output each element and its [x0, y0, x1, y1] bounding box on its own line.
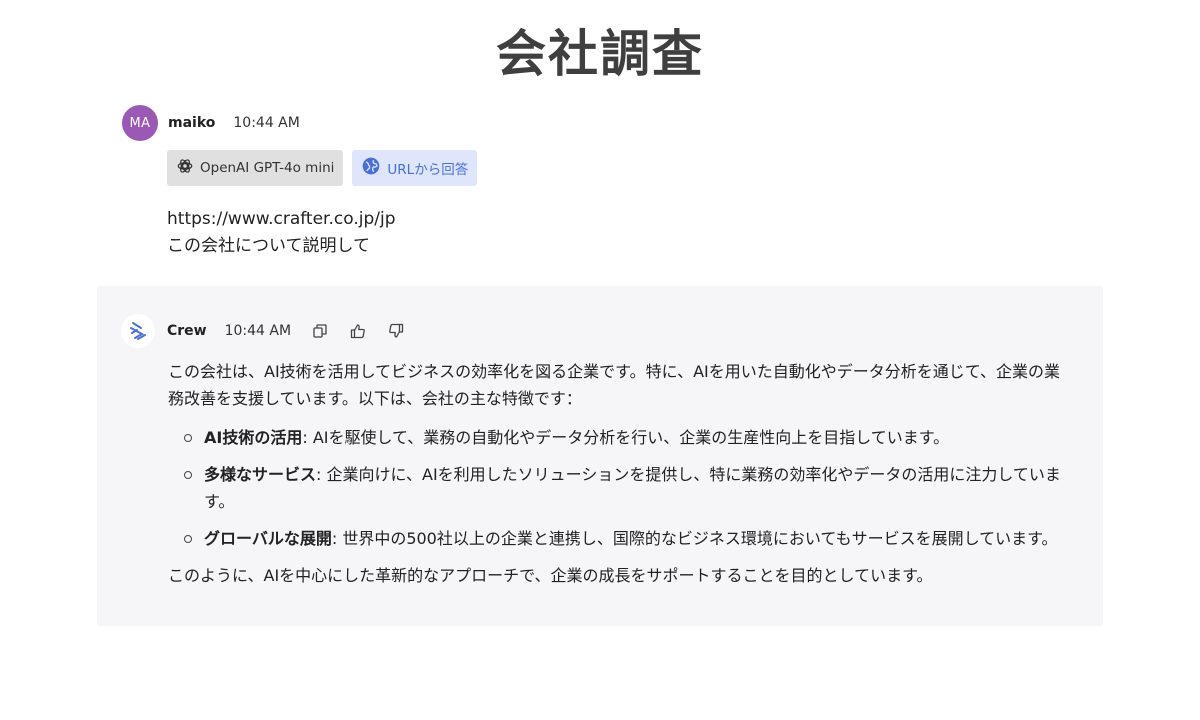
url-answer-chip-label: URLから回答	[387, 162, 469, 178]
question-line: この会社について説明して	[167, 236, 370, 256]
thumbs-down-icon[interactable]	[387, 322, 405, 340]
list-item-text: : 世界中の500社以上の企業と連携し、国際的なビジネス環境においてもサービスを…	[331, 529, 1058, 548]
list-item: AI技術の活用: AIを駆使して、業務の自動化やデータ分析を行い、企業の生産性向…	[168, 424, 1068, 451]
chip-row: OpenAI GPT-4o mini URLから回答	[167, 150, 1102, 186]
crew-message-header: Crew 10:44 AM	[121, 314, 405, 348]
openai-icon	[176, 157, 194, 179]
globe-icon	[361, 156, 381, 180]
user-message: MA maiko 10:44 AM OpenAI GPT-4o mini URL…	[122, 104, 1102, 260]
thumbs-up-icon[interactable]	[349, 322, 367, 340]
user-message-text: https://www.crafter.co.jp/jp この会社について説明し…	[167, 206, 1102, 260]
list-item: 多様なサービス: 企業向けに、AIを利用したソリューションを提供し、特に業務の効…	[168, 461, 1068, 515]
url-line[interactable]: https://www.crafter.co.jp/jp	[167, 206, 1102, 233]
list-item-title: AI技術の活用	[204, 428, 303, 447]
message-timestamp: 10:44 AM	[233, 115, 300, 131]
model-chip[interactable]: OpenAI GPT-4o mini	[167, 150, 344, 186]
username: maiko	[168, 115, 216, 131]
list-item: グローバルな展開: 世界中の500社以上の企業と連携し、国際的なビジネス環境にお…	[168, 525, 1068, 552]
list-item-text: : AIを駆使して、業務の自動化やデータ分析を行い、企業の生産性向上を目指してい…	[302, 428, 950, 447]
model-chip-label: OpenAI GPT-4o mini	[200, 160, 335, 176]
crew-timestamp: 10:44 AM	[224, 323, 292, 339]
feature-list: AI技術の活用: AIを駆使して、業務の自動化やデータ分析を行い、企業の生産性向…	[168, 424, 1068, 552]
crew-response-panel: Crew 10:44 AM この会社は、AI技術を活用してビジネスの効率化を図る…	[97, 286, 1103, 626]
crew-outro: このように、AIを中心にした革新的なアプローチで、企業の成長をサポートすることを…	[168, 566, 933, 585]
crew-intro: この会社は、AI技術を活用してビジネスの効率化を図る企業です。特に、AIを用いた…	[168, 362, 1060, 408]
list-item-text: : 企業向けに、AIを利用したソリューションを提供し、特に業務の効率化やデータの…	[204, 465, 1061, 511]
crew-message-body: この会社は、AI技術を活用してビジネスの効率化を図る企業です。特に、AIを用いた…	[168, 358, 1068, 589]
page-title: 会社調査	[496, 25, 704, 83]
crew-logo-icon	[121, 314, 155, 348]
list-item-title: 多様なサービス	[204, 465, 317, 484]
avatar[interactable]: MA	[122, 105, 158, 141]
copy-icon[interactable]	[311, 322, 329, 340]
crew-name: Crew	[167, 323, 207, 339]
user-message-header: MA maiko 10:44 AM	[122, 104, 1102, 142]
url-answer-chip[interactable]: URLから回答	[352, 150, 478, 186]
list-item-title: グローバルな展開	[204, 529, 332, 548]
